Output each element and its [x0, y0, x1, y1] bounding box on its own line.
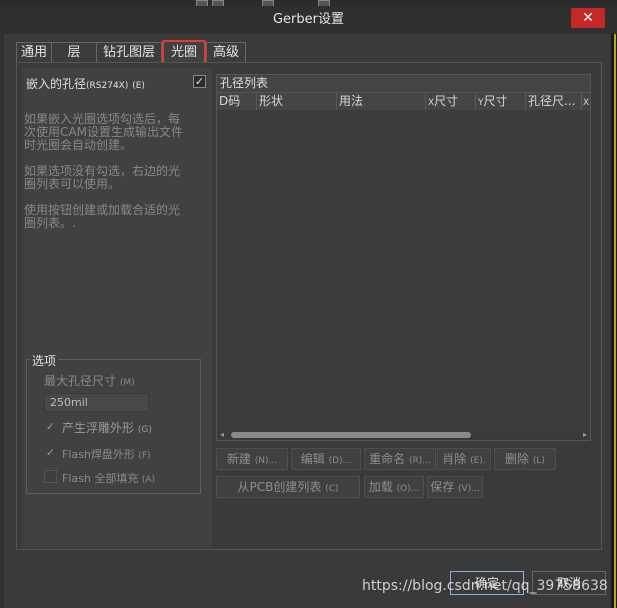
- column-truncated[interactable]: X: [582, 93, 590, 110]
- tab-general[interactable]: 通用: [16, 42, 52, 62]
- delete-aperture-button[interactable]: 肖除 (E).: [437, 448, 491, 470]
- watermark: https://blog.csdn.net/qq_39758638: [362, 578, 608, 594]
- description-3: 使用按钮创建或加载合适的光 圈列表。.: [24, 203, 181, 230]
- scrollbar-thumb[interactable]: [231, 432, 471, 438]
- max-aperture-size-label: 最大孔径尺寸 (M): [44, 374, 135, 388]
- create-list-from-pcb-button[interactable]: 从PCB创建列表 (C): [216, 476, 360, 498]
- column-x-size[interactable]: X尺寸: [426, 93, 476, 110]
- close-button[interactable]: ✕: [571, 8, 605, 28]
- save-button[interactable]: 保存 (V)...: [427, 476, 483, 498]
- column-y-size[interactable]: Y尺寸: [476, 93, 526, 110]
- aperture-list-title: 孔径列表: [216, 74, 591, 93]
- delete-button[interactable]: 删除 (L): [494, 448, 556, 470]
- options-group-title: 选项: [30, 352, 59, 369]
- scroll-right-icon[interactable]: ▸: [580, 430, 590, 440]
- flash-pad-shapes-checkbox[interactable]: ✓: [44, 446, 57, 459]
- flash-pad-shapes-label: Flash焊盘外形 (F): [62, 448, 151, 461]
- generate-relief-checkbox[interactable]: ✓: [44, 420, 57, 433]
- description-2: 如果选项没有勾选，右边的光 圈列表可以使用。: [24, 164, 181, 191]
- column-usage[interactable]: 用法: [337, 93, 426, 110]
- window-right-edge: [611, 34, 617, 608]
- column-shape[interactable]: 形状: [257, 93, 337, 110]
- load-button[interactable]: 加载 (O)...: [364, 476, 424, 498]
- description-1: 如果嵌入光圈选项勾选后，每 次使用CAM设置生成输出文件 时光圈会自动创建。: [24, 112, 183, 152]
- window-left-edge: [0, 34, 4, 608]
- aperture-list-table[interactable]: [216, 93, 591, 441]
- tab-layers[interactable]: 层: [51, 42, 97, 62]
- tab-advanced[interactable]: 高级: [206, 42, 246, 62]
- tab-apertures[interactable]: 光圈: [162, 40, 206, 64]
- generate-relief-label: 产生浮雕外形 (G): [62, 421, 152, 435]
- embed-apertures-checkbox[interactable]: ✓: [193, 75, 206, 88]
- flash-all-fills-label: Flash 全部填充 (A): [62, 472, 156, 485]
- rename-button[interactable]: 重命名 (R)...: [364, 448, 436, 470]
- horizontal-scrollbar[interactable]: ◂ ▸: [217, 430, 590, 440]
- embed-apertures-label: 嵌入的孔径(RS274X) (E): [26, 77, 145, 91]
- tab-drill-drawing[interactable]: 钻孔图层: [96, 42, 162, 62]
- flash-all-fills-checkbox[interactable]: [44, 470, 57, 483]
- scroll-left-icon[interactable]: ◂: [217, 430, 227, 440]
- column-dcode[interactable]: D码: [217, 93, 257, 110]
- edit-button[interactable]: 编辑 (D)...: [291, 448, 361, 470]
- title-bar: Gerber设置 ✕: [0, 6, 617, 34]
- window-title: Gerber设置: [272, 12, 344, 27]
- max-aperture-size-input[interactable]: 250mil: [44, 393, 149, 412]
- new-button[interactable]: 新建 (N)...: [216, 448, 288, 470]
- column-hole-size[interactable]: 孔径尺...: [526, 93, 582, 110]
